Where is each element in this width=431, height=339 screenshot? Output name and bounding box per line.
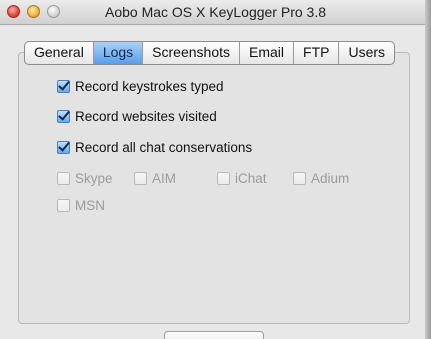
chat-client-aim[interactable]: AIM xyxy=(134,171,176,186)
aim-label: AIM xyxy=(152,171,177,186)
window-title: Aobo Mac OS X KeyLogger Pro 3.8 xyxy=(104,4,326,20)
record-keystrokes-option[interactable]: Record keystrokes typed xyxy=(57,79,224,94)
record-keystrokes-checkbox[interactable] xyxy=(57,80,70,93)
logs-panel: Record keystrokes typed Record websites … xyxy=(18,52,410,324)
record-websites-option[interactable]: Record websites visited xyxy=(57,109,217,124)
app-window: Aobo Mac OS X KeyLogger Pro 3.8 Record k… xyxy=(0,0,431,339)
chat-client-skype[interactable]: Skype xyxy=(57,171,113,186)
record-chat-label: Record all chat conservations xyxy=(75,140,253,155)
bottom-button[interactable] xyxy=(164,331,264,339)
aim-checkbox[interactable] xyxy=(134,172,147,185)
tab-screenshots[interactable]: Screenshots xyxy=(143,42,240,64)
tab-users[interactable]: Users xyxy=(339,42,394,64)
msn-label: MSN xyxy=(75,198,105,213)
record-keystrokes-label: Record keystrokes typed xyxy=(75,79,224,94)
tab-ftp[interactable]: FTP xyxy=(294,42,340,64)
adium-label: Adium xyxy=(311,171,350,186)
record-websites-label: Record websites visited xyxy=(75,109,217,124)
ichat-label: iChat xyxy=(235,171,267,186)
chat-client-adium[interactable]: Adium xyxy=(293,171,349,186)
chat-client-msn[interactable]: MSN xyxy=(57,198,105,213)
msn-checkbox[interactable] xyxy=(57,199,70,212)
tab-email[interactable]: Email xyxy=(240,42,295,64)
record-chat-option[interactable]: Record all chat conservations xyxy=(57,140,252,155)
skype-label: Skype xyxy=(75,171,113,186)
record-chat-checkbox[interactable] xyxy=(57,141,70,154)
chat-client-ichat[interactable]: iChat xyxy=(217,171,267,186)
adium-checkbox[interactable] xyxy=(293,172,306,185)
tab-logs[interactable]: Logs xyxy=(93,42,144,64)
title-bar[interactable]: Aobo Mac OS X KeyLogger Pro 3.8 xyxy=(0,0,431,25)
window-edge xyxy=(425,0,431,339)
tab-general[interactable]: General xyxy=(25,42,94,64)
ichat-checkbox[interactable] xyxy=(217,172,230,185)
record-websites-checkbox[interactable] xyxy=(57,110,70,123)
skype-checkbox[interactable] xyxy=(57,172,70,185)
tab-bar: General Logs Screenshots Email FTP Users xyxy=(24,41,396,65)
